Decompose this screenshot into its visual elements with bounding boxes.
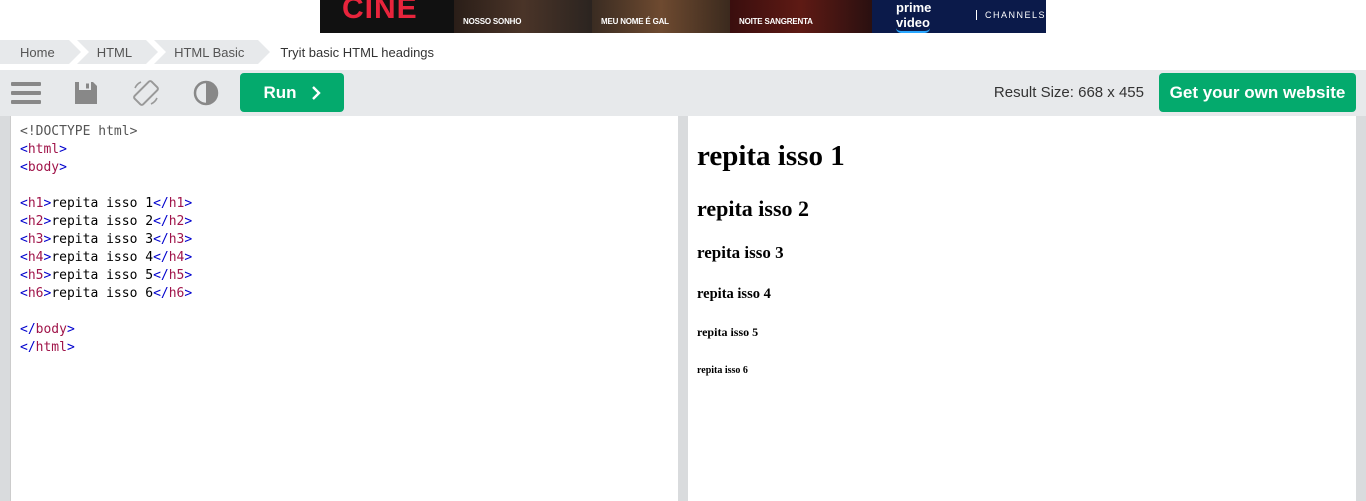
ad-brand: CINE — [320, 0, 454, 33]
code-editor[interactable]: <!DOCTYPE html> <html> <body> <h1>repita… — [10, 116, 678, 501]
run-label: Run — [263, 82, 297, 102]
contrast-icon[interactable] — [191, 78, 221, 108]
breadcrumb-home[interactable]: Home — [0, 40, 81, 64]
code-heading-line: <h1>repita isso 1</h1> — [20, 196, 193, 211]
result-h4: repita isso 4 — [697, 286, 771, 302]
code-line: </body> — [20, 322, 75, 337]
code-heading-line: <h5>repita isso 5</h5> — [20, 268, 193, 283]
code-heading-line: <h4>repita isso 4</h4> — [20, 250, 193, 265]
result-panel: repita isso 1 repita isso 2 repita isso … — [688, 116, 1356, 501]
result-h3: repita isso 3 — [697, 243, 784, 262]
ad-banner[interactable]: CINE NOSSO SONHO MEU NOME É GAL NOITE SA… — [320, 0, 1046, 33]
code-line: </html> — [20, 340, 75, 355]
toolbar: Run Result Size: 668 x 455 Get your own … — [0, 70, 1366, 116]
workspace: <!DOCTYPE html> <html> <body> <h1>repita… — [0, 116, 1366, 501]
ad-movie-tile: NOSSO SONHO — [454, 0, 592, 33]
code-line: <body> — [20, 160, 67, 175]
code-blank — [20, 303, 678, 321]
result-h5: repita isso 5 — [697, 325, 759, 339]
save-icon[interactable] — [71, 78, 101, 108]
result-h2: repita isso 2 — [697, 196, 810, 221]
result-h6: repita isso 6 — [697, 365, 748, 376]
code-heading-line: <h6>repita isso 6</h6> — [20, 286, 193, 301]
breadcrumb-html-basic[interactable]: HTML Basic — [154, 40, 271, 64]
run-button[interactable]: Run — [240, 73, 344, 112]
code-heading-line: <h2>repita isso 2</h2> — [20, 214, 193, 229]
get-website-button[interactable]: Get your own website — [1159, 73, 1356, 112]
smile-icon — [896, 28, 930, 33]
ad-prime-logo: prime video CHANNELS — [872, 0, 1046, 33]
result-size-label: Result Size: 668 x 455 — [993, 84, 1144, 101]
ad-movie-tile: MEU NOME É GAL — [592, 0, 730, 33]
rotate-icon[interactable] — [131, 78, 161, 108]
breadcrumb-html[interactable]: HTML — [76, 40, 159, 64]
code-blank — [20, 177, 678, 195]
code-doctype: <!DOCTYPE html> — [20, 124, 138, 139]
breadcrumb: Home HTML HTML Basic Tryit basic HTML he… — [0, 40, 434, 64]
code-line: <html> — [20, 142, 67, 157]
ad-movie-tile: NOITE SANGRENTA — [730, 0, 872, 33]
code-heading-line: <h3>repita isso 3</h3> — [20, 232, 193, 247]
breadcrumb-current: Tryit basic HTML headings — [280, 44, 435, 60]
menu-icon[interactable] — [11, 78, 41, 108]
result-h1: repita isso 1 — [697, 140, 845, 172]
chevron-right-icon — [311, 85, 321, 100]
